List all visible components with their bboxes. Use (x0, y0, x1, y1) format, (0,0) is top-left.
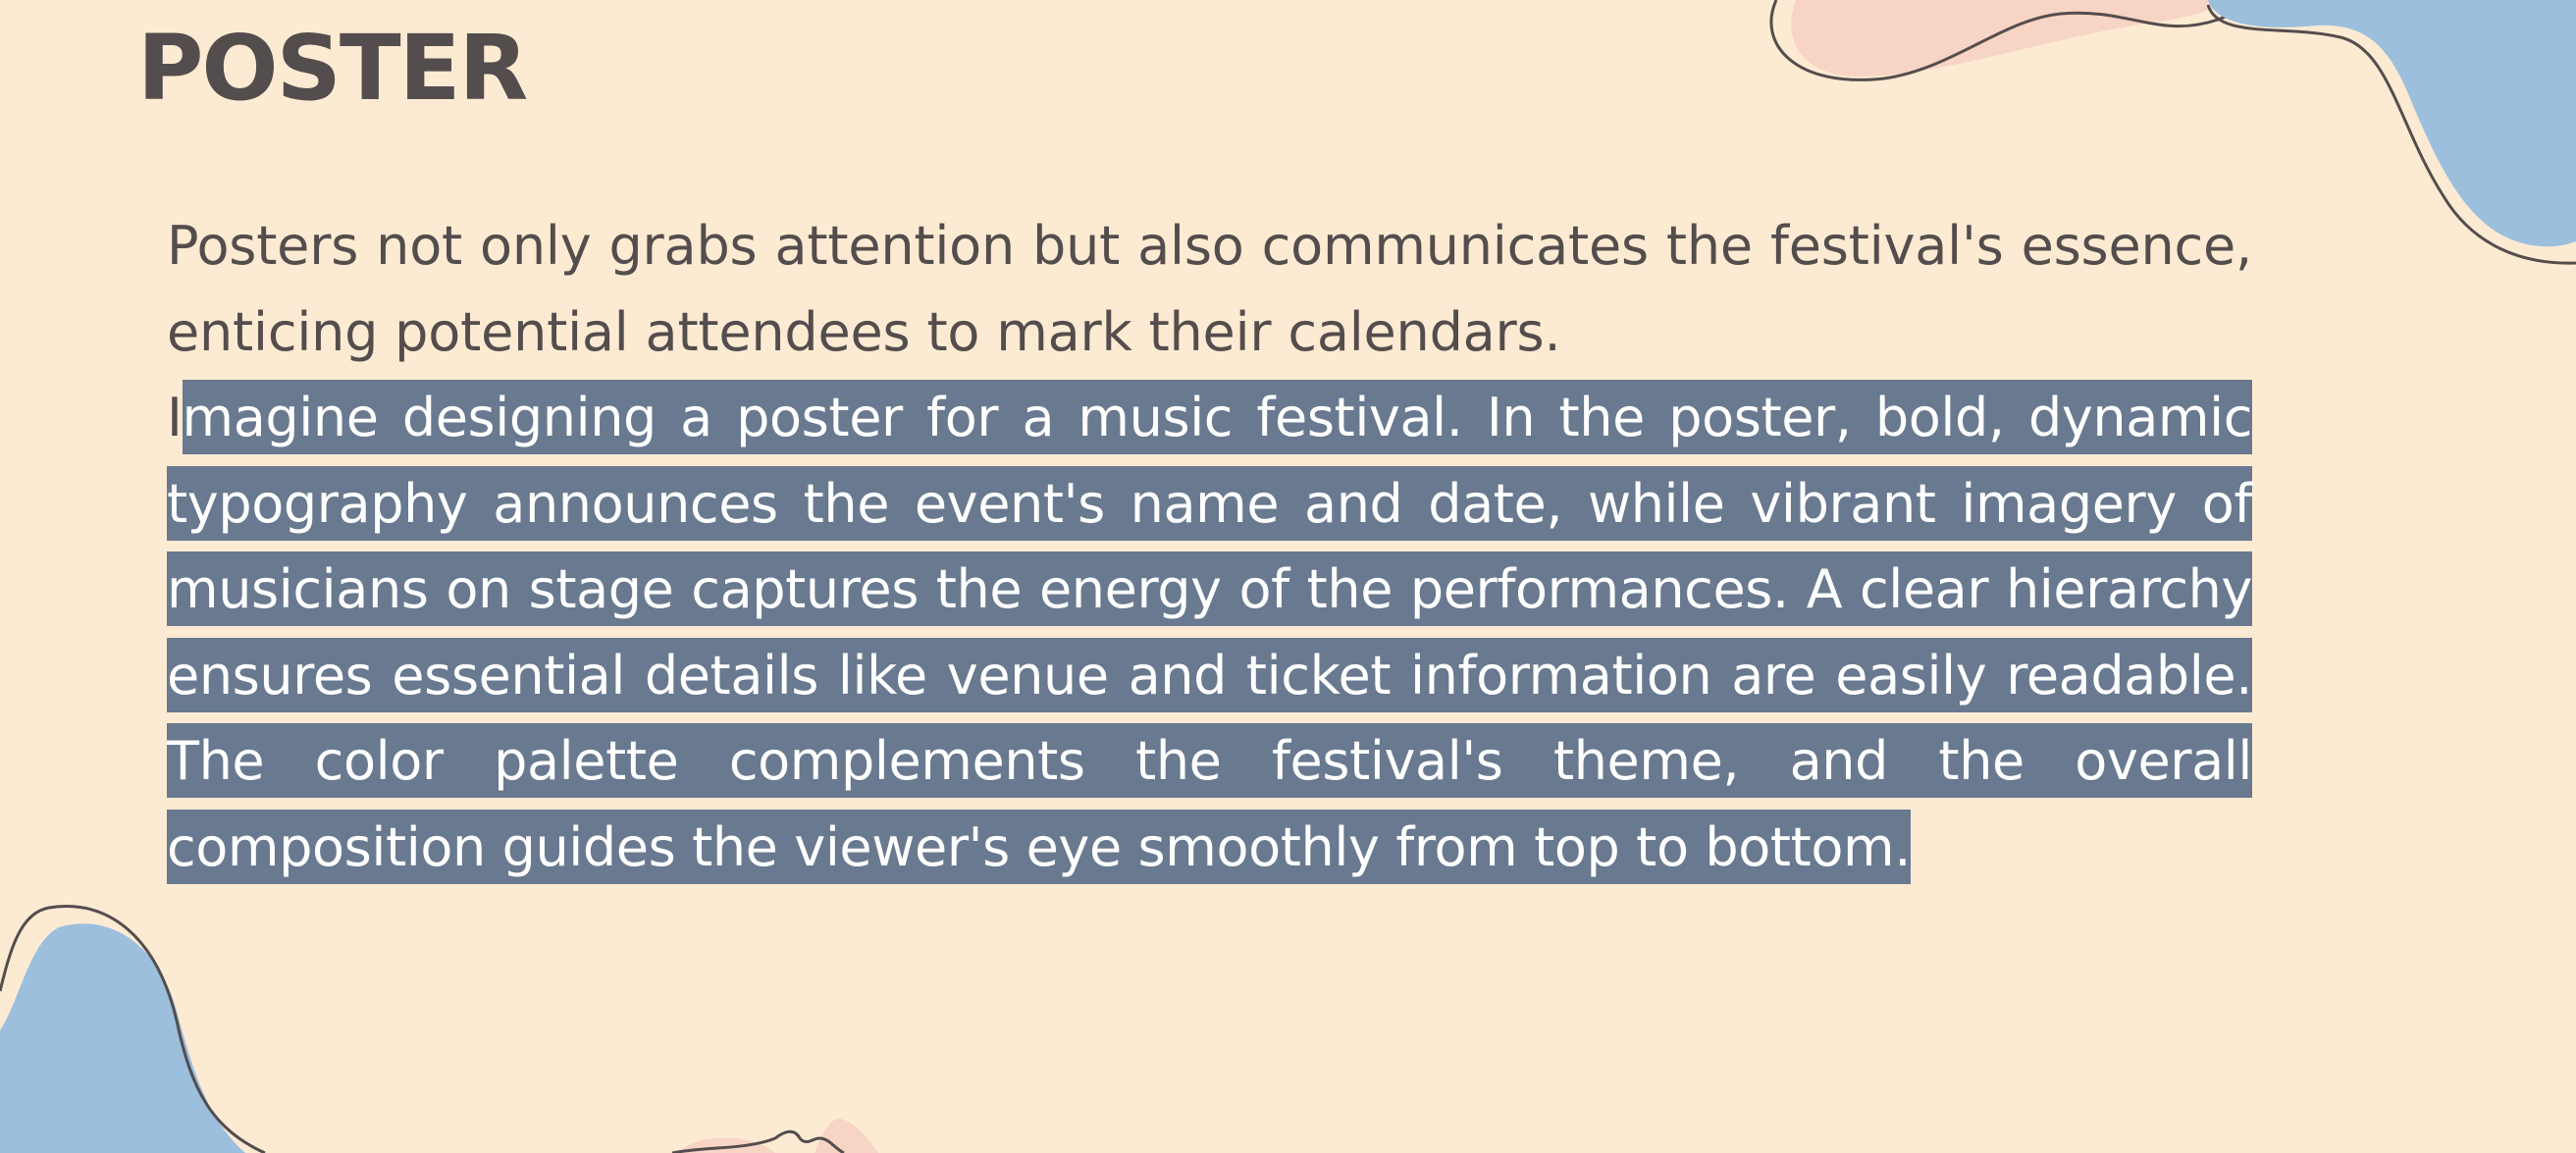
body-text-box[interactable]: Posters not only grabs attention but als… (167, 203, 2252, 890)
text-selection[interactable]: magine designing a poster for a music fe… (167, 380, 2252, 884)
paragraph-example[interactable]: Imagine designing a poster for a music f… (167, 375, 2252, 890)
slide-canvas[interactable]: POSTER Posters not only grabs attention … (0, 0, 2576, 1153)
bottom-center-pink-blob-2 (815, 1119, 878, 1153)
top-right-blue-blob (2208, 0, 2576, 247)
bottom-left-blue-blob (0, 923, 245, 1153)
top-right-pink-blob (1791, 0, 2228, 78)
paragraph-intro[interactable]: Posters not only grabs attention but als… (167, 203, 2252, 375)
paragraph-first-letter: I (167, 387, 183, 448)
slide-title[interactable]: POSTER (137, 10, 528, 128)
